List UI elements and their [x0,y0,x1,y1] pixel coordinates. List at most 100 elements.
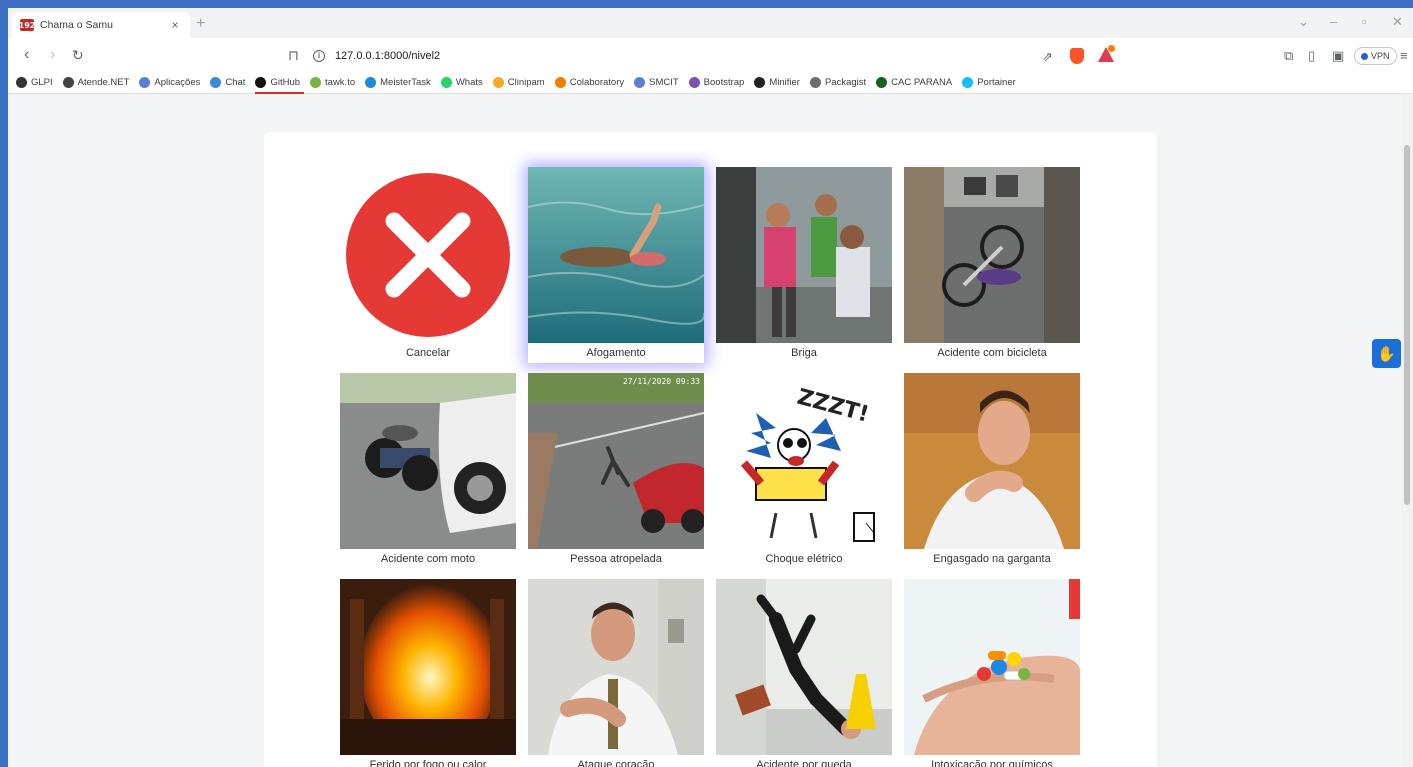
bookmark-icon[interactable]: ⊓ [288,47,299,64]
bookmark-github[interactable]: GitHub [255,72,304,94]
site-info-icon[interactable]: i [312,49,325,62]
option-electric-shock[interactable]: ZZZT! Choque elétrico [716,373,892,569]
bookmark-label: SMCIT [649,77,679,88]
tab-search-icon[interactable]: ⌄ [1298,14,1309,30]
tawk-icon [310,77,322,88]
brave-shield-icon[interactable] [1070,48,1084,64]
minifier-icon [754,77,766,88]
option-label: Acidente com bicicleta [937,347,1047,359]
option-label: Pessoa atropelada [570,553,662,565]
option-choking[interactable]: Engasgado na garganta [904,373,1080,569]
option-label: Choque elétrico [765,553,843,565]
extensions-icon[interactable]: ⧉ [1284,48,1293,64]
bookmark-meistertask[interactable]: MeisterTask [365,72,431,94]
wallet-icon[interactable]: ▣ [1332,48,1344,64]
option-pills[interactable]: Intoxicação por químicos [904,579,1080,767]
option-heart-attack[interactable]: Ataque coração [528,579,704,767]
bookmark-smcit[interactable]: SMCIT [634,72,679,94]
option-motorcycle-accident[interactable]: Acidente com moto [340,373,516,569]
option-label: Ferido por fogo ou calor [369,759,487,767]
bookmark-label: Chat [225,77,246,88]
reload-icon[interactable]: ↻ [72,45,84,65]
options-card: Cancelar Afogamento Briga Acidente com bici… [264,132,1157,767]
option-label: Afogamento [586,347,646,359]
apps-icon [139,77,151,88]
option-bicycle-accident[interactable]: Acidente com bicicleta [904,167,1080,363]
close-window-icon[interactable]: ✕ [1392,14,1403,30]
option-fall[interactable]: Acidente por queda [716,579,892,767]
page-viewport: Cancelar Afogamento Briga Acidente com bici… [8,95,1413,767]
back-icon[interactable]: ‹ [24,45,29,65]
fire-photo [340,579,516,755]
bookmark-label: Colaboratory [569,77,625,88]
packagist-icon [809,77,821,88]
bookmark-minifier[interactable]: Minifier [754,72,800,94]
menu-icon[interactable]: ≡ [1400,48,1408,63]
bookmark-label: MeisterTask [380,77,431,88]
vpn-button[interactable]: VPN [1354,47,1397,65]
option-fight[interactable]: Briga [716,167,892,363]
option-drowning[interactable]: Afogamento [528,167,704,363]
address-bar[interactable]: ⊓ i 127.0.0.1:8000/nivel2 [288,43,1108,68]
atendenet-icon [62,77,74,88]
bookmark-label: tawk.to [325,77,356,88]
tab-title: Chama o Samu [40,19,113,31]
bookmark-label: GitHub [270,77,301,88]
accessibility-hand-icon[interactable]: ✋ [1372,339,1401,368]
bookmark-label: Portainer [977,77,1016,88]
bookmark-label: Packagist [824,77,867,88]
maximize-icon[interactable]: ▫ [1362,14,1367,29]
bookmark-label: Minifier [769,77,800,88]
portainer-icon [962,77,974,88]
bookmark-bootstrap[interactable]: Bootstrap [688,72,745,94]
bookmark-clinipam[interactable]: Clinipam [492,72,545,94]
bookmark-atende-net[interactable]: Atende.NET [62,72,129,94]
photo-timestamp: 27/11/2020 09:33 [622,377,700,386]
bookmark-cac-parana[interactable]: CAC PARANA [876,72,952,94]
clinipam-icon [492,77,504,88]
bookmark-chat[interactable]: Chat [210,72,245,94]
colab-icon [554,77,566,88]
rewards-badge [1108,45,1115,52]
vpn-label: VPN [1371,51,1390,61]
bookmark-tawk-to[interactable]: tawk.to [310,72,355,94]
browser-tab[interactable]: 192 Chama o Samu × [12,12,190,38]
glpi-icon [16,77,27,88]
share-icon[interactable]: ⇗ [1042,49,1053,65]
new-tab-icon[interactable]: + [196,15,205,33]
bookmark-portainer[interactable]: Portainer [962,72,1016,94]
bookmark-packagist[interactable]: Packagist [809,72,867,94]
minimize-icon[interactable]: – [1330,14,1337,29]
sidebar-icon[interactable]: ▯ [1308,48,1315,64]
forward-icon[interactable]: › [50,45,55,65]
option-label: Acidente por queda [756,759,852,767]
browser-window: 192 Chama o Samu × + ⌄ – ▫ ✕ ‹ › ↻ ⊓ i 1… [8,8,1413,767]
close-tab-icon[interactable]: × [168,18,182,32]
bookmark-aplica-es[interactable]: Aplicações [139,72,200,94]
chat-icon [210,77,222,88]
option-cancel-x[interactable]: Cancelar [340,167,516,363]
cancel-x-icon [340,167,516,343]
bookmark-glpi[interactable]: GLPI [16,72,53,94]
browser-toolbar: ‹ › ↻ ⊓ i 127.0.0.1:8000/nivel2 ⇗ ⧉ ▯ ▣ … [8,38,1413,72]
samu-favicon-icon: 192 [18,19,36,31]
drowning-photo [528,167,704,343]
electric-shock-cartoon: ZZZT! [716,373,892,549]
bookmark-label: GLPI [31,77,53,88]
heart-attack-photo [528,579,704,755]
bookmark-colaboratory[interactable]: Colaboratory [554,72,625,94]
bookmark-label: Whats [455,77,483,88]
bookmark-whats[interactable]: Whats [440,72,483,94]
bookmark-label: Bootstrap [703,77,745,88]
url-text[interactable]: 127.0.0.1:8000/nivel2 [335,50,440,62]
bicycle-accident-photo [904,167,1080,343]
bookmark-label: CAC PARANA [891,77,953,88]
bookmarks-bar: GLPI Atende.NET Aplicações Chat GitHub tawk.t… [8,72,1413,94]
page-scrollbar[interactable] [1401,95,1413,767]
option-label: Briga [791,347,817,359]
option-fire[interactable]: Ferido por fogo ou calor [340,579,516,767]
option-pedestrian-hit[interactable]: 27/11/2020 09:33 Pessoa atropelada [528,373,704,569]
option-label: Engasgado na garganta [933,553,1051,565]
pedestrian-hit-photo: 27/11/2020 09:33 [528,373,704,549]
scroll-thumb[interactable] [1404,145,1410,505]
